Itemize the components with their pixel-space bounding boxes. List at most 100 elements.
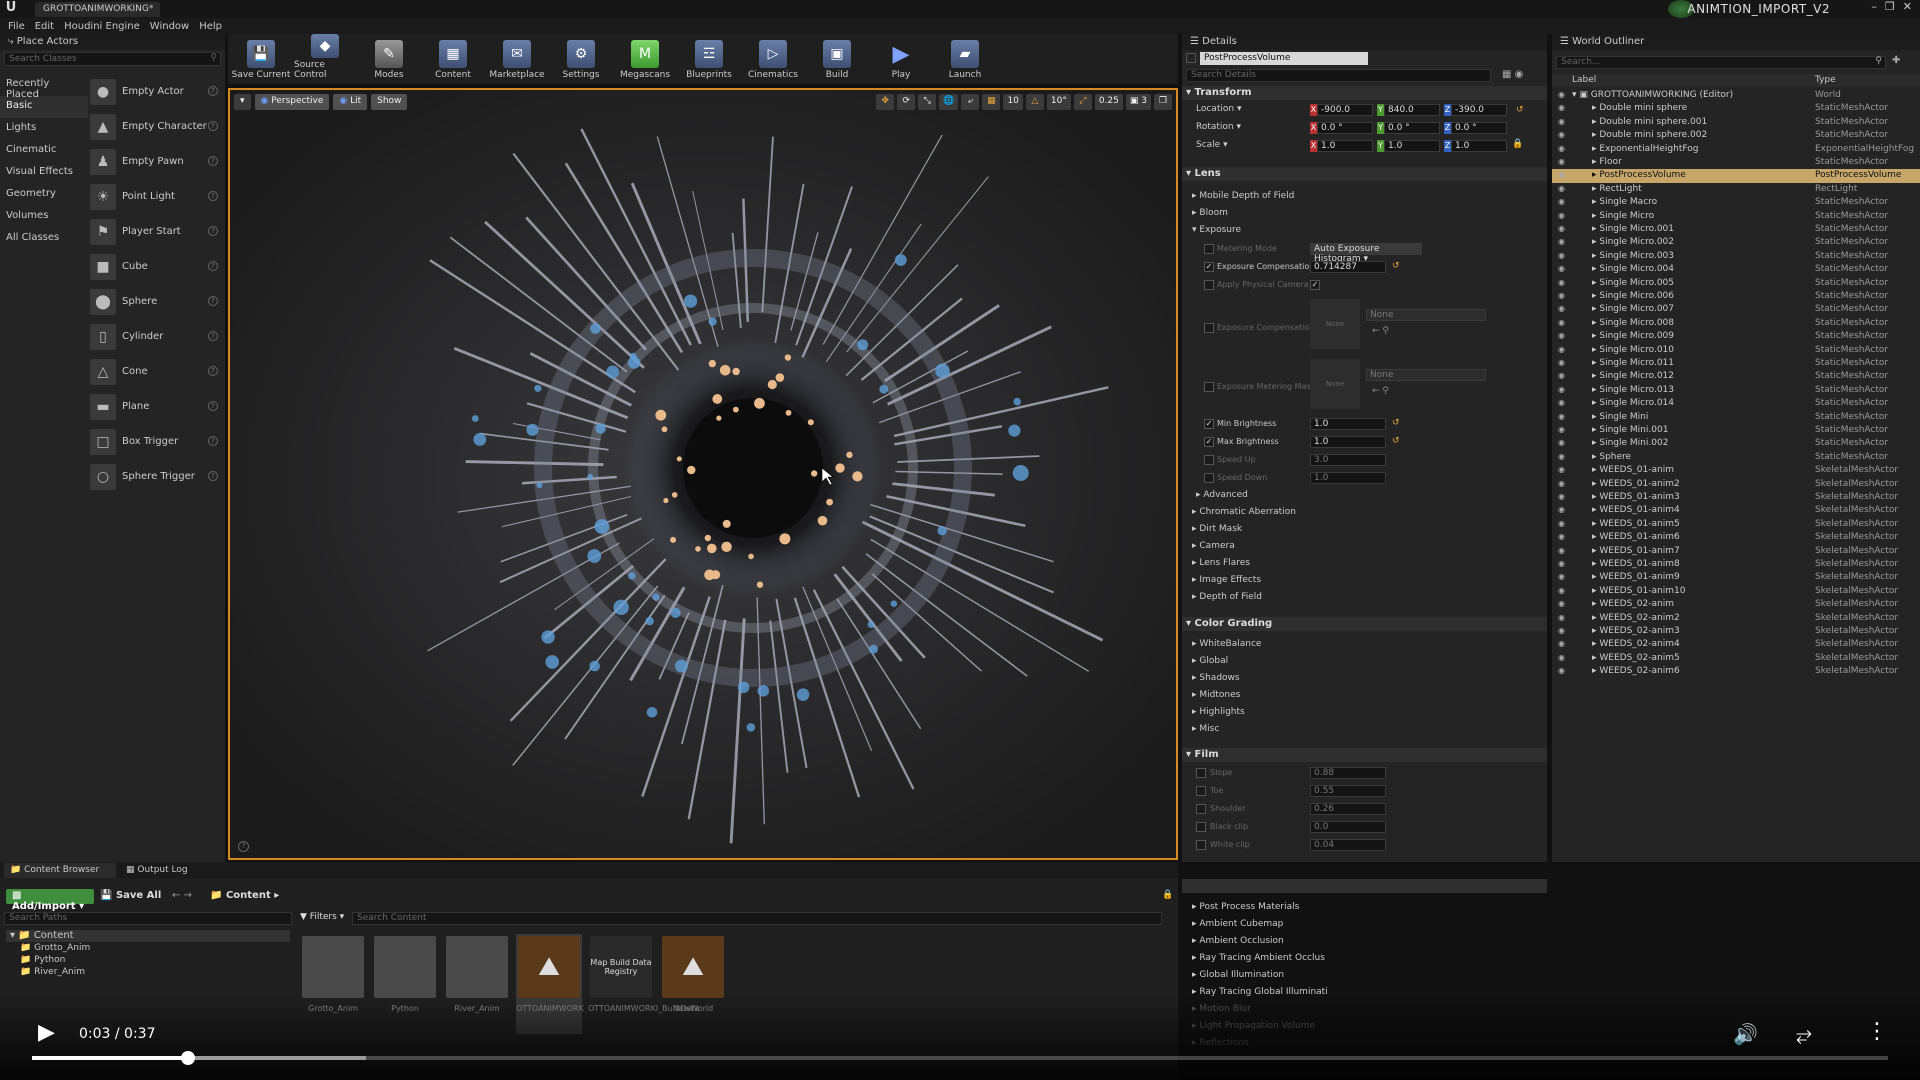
mask-asset-dropdown[interactable]: None bbox=[1366, 369, 1486, 381]
level-tab[interactable]: GROTTOANIMWORKING* bbox=[35, 2, 160, 17]
visibility-eye-icon[interactable]: ◉ bbox=[1558, 412, 1565, 421]
visibility-eye-icon[interactable]: ◉ bbox=[1558, 653, 1565, 662]
outliner-row[interactable]: ◉ ▸ Single Micro.007 StaticMeshActor bbox=[1552, 303, 1920, 316]
visibility-eye-icon[interactable]: ◉ bbox=[1558, 492, 1565, 501]
filters-button[interactable]: ▼ Filters ▾ bbox=[300, 912, 344, 922]
visibility-eye-icon[interactable]: ◉ bbox=[1558, 157, 1565, 166]
content-path-breadcrumb[interactable]: 📁 Content ▸ bbox=[210, 890, 279, 901]
add-filter-icon[interactable]: ✚ bbox=[1892, 55, 1900, 66]
cinematics-button[interactable]: ▷ Cinematics bbox=[742, 34, 804, 84]
film-checkbox[interactable] bbox=[1196, 786, 1206, 796]
perspective-button[interactable]: ◉ Perspective bbox=[254, 94, 330, 110]
asset-browse-icons[interactable]: ← ⚲ bbox=[1372, 326, 1389, 336]
visibility-eye-icon[interactable]: ◉ bbox=[1558, 304, 1565, 313]
visibility-eye-icon[interactable]: ◉ bbox=[1558, 211, 1565, 220]
minimize-icon[interactable]: – bbox=[1871, 0, 1877, 13]
grid-size-value[interactable]: 10 bbox=[1003, 94, 1023, 110]
outliner-row[interactable]: ◉ ▸ Single Micro.014 StaticMeshActor bbox=[1552, 397, 1920, 410]
visibility-eye-icon[interactable]: ◉ bbox=[1558, 385, 1565, 394]
help-icon[interactable]: ? bbox=[208, 366, 218, 376]
details-view-options-icon[interactable]: ▦ ◉ bbox=[1502, 69, 1523, 80]
type-column-header[interactable]: Type bbox=[1815, 75, 1836, 85]
lens-subsection[interactable]: ▸ Lens Flares bbox=[1192, 558, 1250, 568]
color-grading-section[interactable]: ▾ Color Grading bbox=[1186, 618, 1272, 629]
help-icon[interactable]: ? bbox=[208, 401, 218, 411]
outliner-row[interactable]: ◉ ▸ Single Micro.003 StaticMeshActor bbox=[1552, 250, 1920, 263]
film-property-field[interactable]: 0.26 bbox=[1310, 803, 1386, 815]
speed-up-field[interactable]: 3.0 bbox=[1310, 454, 1386, 466]
outliner-row[interactable]: ◉ ▸ Single Micro.004 StaticMeshActor bbox=[1552, 263, 1920, 276]
color-grading-subsection[interactable]: ▸ Global bbox=[1192, 656, 1228, 666]
category-cinematic[interactable]: Cinematic bbox=[0, 140, 88, 162]
exposure-section[interactable]: ▾ Exposure bbox=[1192, 225, 1241, 235]
class-item[interactable]: ⬤ Sphere? bbox=[90, 284, 222, 319]
transform-section[interactable]: ▾ Transform bbox=[1186, 87, 1252, 98]
color-grading-subsection[interactable]: ▸ WhiteBalance bbox=[1192, 639, 1261, 649]
speed-up-checkbox[interactable] bbox=[1204, 455, 1214, 465]
content-button[interactable]: ▦ Content bbox=[422, 34, 484, 84]
exit-fullscreen-icon[interactable]: ⥂ bbox=[1796, 1022, 1812, 1046]
rendering-feature-subsection[interactable]: ▸ Ray Tracing Ambient Occlus bbox=[1192, 953, 1325, 963]
move-icon[interactable]: ✥ bbox=[876, 94, 895, 110]
film-checkbox[interactable] bbox=[1196, 840, 1206, 850]
class-item[interactable]: ⚑ Player Start? bbox=[90, 214, 222, 249]
class-item[interactable]: ☀ Point Light? bbox=[90, 179, 222, 214]
outliner-row[interactable]: ◉ ▸ Single Micro.006 StaticMeshActor bbox=[1552, 290, 1920, 303]
lens-subsection[interactable]: ▸ Image Effects bbox=[1192, 575, 1261, 585]
outliner-row[interactable]: ◉ ▸ WEEDS_01-anim2 SkeletalMeshActor bbox=[1552, 478, 1920, 491]
exposure-compensation-checkbox[interactable]: ✓ bbox=[1204, 262, 1214, 272]
category-visual-effects[interactable]: Visual Effects bbox=[0, 162, 88, 184]
film-section[interactable]: ▾ Film bbox=[1186, 749, 1219, 760]
visibility-eye-icon[interactable]: ◉ bbox=[1558, 599, 1565, 608]
camera-speed-icon[interactable]: ▣ 3 bbox=[1125, 94, 1151, 110]
rendering-feature-subsection[interactable]: ▸ Global Illumination bbox=[1192, 970, 1284, 980]
outliner-row[interactable]: ◉ ▸ Single Micro.005 StaticMeshActor bbox=[1552, 277, 1920, 290]
color-grading-subsection[interactable]: ▸ Highlights bbox=[1192, 707, 1245, 717]
visibility-eye-icon[interactable]: ◉ bbox=[1558, 559, 1565, 568]
settings-button[interactable]: ⚙ Settings bbox=[550, 34, 612, 84]
outliner-row[interactable]: ◉ ▸ WEEDS_02-anim6 SkeletalMeshActor bbox=[1552, 665, 1920, 678]
surface-snap-icon[interactable]: ⤶ bbox=[961, 94, 980, 110]
save-current-button[interactable]: 💾 Save Current bbox=[230, 34, 292, 84]
location-y-field[interactable]: 840.0 bbox=[1384, 104, 1440, 116]
location-x-field[interactable]: -900.0 bbox=[1317, 104, 1373, 116]
rotation-label[interactable]: Rotation ▾ bbox=[1196, 122, 1241, 132]
outliner-row[interactable]: ◉ ▸ WEEDS_02-anim2 SkeletalMeshActor bbox=[1552, 612, 1920, 625]
asset-browse-icons[interactable]: ← ⚲ bbox=[1372, 386, 1389, 396]
outliner-row[interactable]: ◉ ▸ Floor StaticMeshActor bbox=[1552, 156, 1920, 169]
video-progress-track[interactable] bbox=[32, 1051, 1888, 1065]
lens-subsection[interactable]: ▸ Camera bbox=[1192, 541, 1235, 551]
viewport-help-icon[interactable]: ? bbox=[238, 841, 249, 852]
folder-tree-item[interactable]: ▾ 📁 Content bbox=[6, 930, 290, 942]
menu-window[interactable]: Window bbox=[150, 21, 189, 32]
visibility-eye-icon[interactable]: ◉ bbox=[1558, 479, 1565, 488]
visibility-eye-icon[interactable]: ◉ bbox=[1558, 237, 1565, 246]
help-icon[interactable]: ? bbox=[208, 471, 218, 481]
visibility-eye-icon[interactable]: ◉ bbox=[1558, 398, 1565, 407]
rotation-snap-icon[interactable]: △ bbox=[1025, 94, 1044, 110]
viewport-menu-button[interactable]: ▾ bbox=[234, 94, 251, 110]
lit-button[interactable]: ◉ Lit bbox=[333, 94, 368, 110]
visibility-eye-icon[interactable]: ◉ bbox=[1558, 371, 1565, 380]
outliner-row[interactable]: ◉ ▸ Single Micro.009 StaticMeshActor bbox=[1552, 330, 1920, 343]
min-brightness-checkbox[interactable]: ✓ bbox=[1204, 419, 1214, 429]
outliner-row[interactable]: ◉ ▸ WEEDS_01-anim4 SkeletalMeshActor bbox=[1552, 504, 1920, 517]
outliner-row[interactable]: ◉ ▸ Double mini sphere StaticMeshActor bbox=[1552, 102, 1920, 115]
visibility-eye-icon[interactable]: ◉ bbox=[1558, 264, 1565, 273]
outliner-row[interactable]: ◉ ▸ WEEDS_01-anim8 SkeletalMeshActor bbox=[1552, 558, 1920, 571]
class-item[interactable]: ♟ Empty Pawn? bbox=[90, 144, 222, 179]
visibility-eye-icon[interactable]: ◉ bbox=[1558, 103, 1565, 112]
outliner-row[interactable]: ◉ ▸ Single Macro StaticMeshActor bbox=[1552, 196, 1920, 209]
output-log-tab[interactable]: ▦ Output Log bbox=[120, 863, 194, 877]
visibility-eye-icon[interactable]: ◉ bbox=[1558, 144, 1565, 153]
outliner-row[interactable]: ◉ ▸ Single Micro.008 StaticMeshActor bbox=[1552, 317, 1920, 330]
outliner-row[interactable]: ◉ ▸ WEEDS_02-anim3 SkeletalMeshActor bbox=[1552, 625, 1920, 638]
outliner-search-input[interactable]: Search... ⚲ bbox=[1556, 56, 1886, 69]
scale-snap-icon[interactable]: ⤢ bbox=[1073, 94, 1092, 110]
category-all-classes[interactable]: All Classes bbox=[0, 228, 88, 250]
category-basic[interactable]: Basic bbox=[0, 96, 88, 118]
class-item[interactable]: ▲ Empty Character? bbox=[90, 109, 222, 144]
scale-label[interactable]: Scale ▾ bbox=[1196, 140, 1228, 150]
visibility-eye-icon[interactable]: ◉ bbox=[1558, 345, 1565, 354]
metering-mask-checkbox[interactable] bbox=[1204, 382, 1214, 392]
